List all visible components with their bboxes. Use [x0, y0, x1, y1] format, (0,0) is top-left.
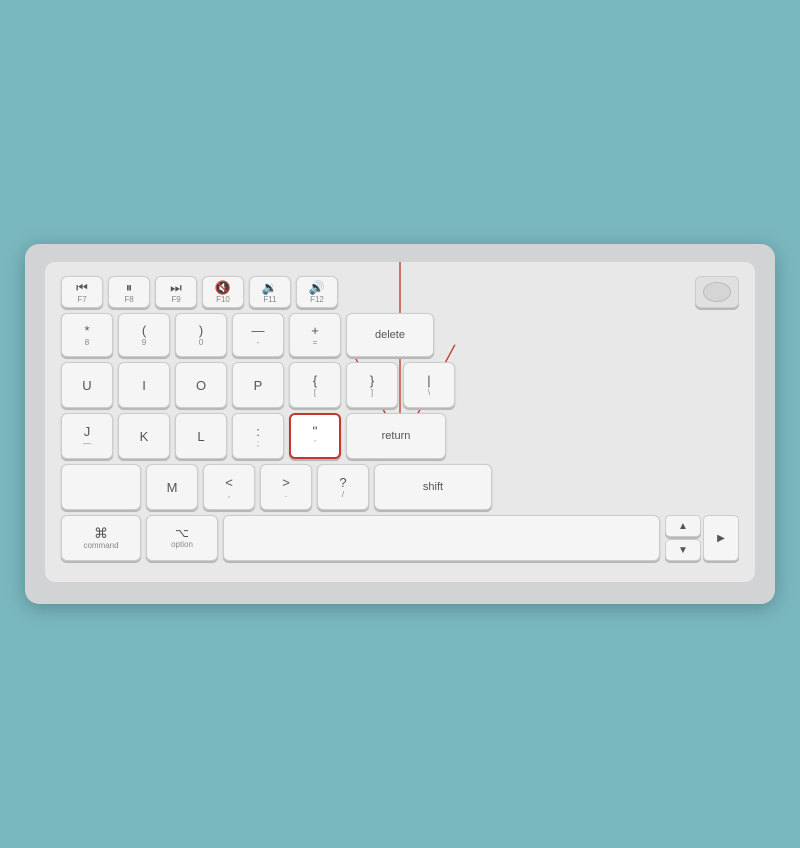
key-period[interactable]: > .: [260, 464, 312, 510]
key-shift-right[interactable]: shift: [374, 464, 492, 510]
number-row: * 8 ( 9 ) 0 — - + = delete: [61, 313, 739, 357]
key-f9[interactable]: ⏭ F9: [155, 276, 197, 308]
key-arrow-up[interactable]: ▲: [665, 515, 701, 537]
key-arrow-down[interactable]: ▼: [665, 539, 701, 561]
touch-id[interactable]: [695, 276, 739, 308]
key-i[interactable]: I: [118, 362, 170, 408]
key-backslash[interactable]: | \: [403, 362, 455, 408]
key-o[interactable]: O: [175, 362, 227, 408]
key-delete[interactable]: delete: [346, 313, 434, 357]
touch-id-sensor: [703, 282, 731, 302]
key-f7[interactable]: ⏮ F7: [61, 276, 103, 308]
key-slash[interactable]: ? /: [317, 464, 369, 510]
key-close-bracket[interactable]: } ]: [346, 362, 398, 408]
bottom-letter-row: M < , > . ? / shift: [61, 464, 739, 510]
key-9[interactable]: ( 9: [118, 313, 170, 357]
key-quote[interactable]: " ': [289, 413, 341, 459]
modifier-row: ⌘ command ⌥ option ▲ ▼ ▶: [61, 515, 739, 561]
keyboard-container: ⏮ F7 ⏸ F8 ⏭ F9 🔇 F10 🔉 F11 🔊 F12: [25, 244, 775, 604]
key-command[interactable]: ⌘ command: [61, 515, 141, 561]
key-minus[interactable]: — -: [232, 313, 284, 357]
key-comma[interactable]: < ,: [203, 464, 255, 510]
jkl-row: J — K L : ; " ' return: [61, 413, 739, 459]
key-p[interactable]: P: [232, 362, 284, 408]
arrow-cluster: ▲ ▼ ▶: [665, 515, 739, 561]
key-j[interactable]: J —: [61, 413, 113, 459]
key-semicolon[interactable]: : ;: [232, 413, 284, 459]
key-u[interactable]: U: [61, 362, 113, 408]
key-m[interactable]: M: [146, 464, 198, 510]
key-equals[interactable]: + =: [289, 313, 341, 357]
key-option[interactable]: ⌥ option: [146, 515, 218, 561]
key-8[interactable]: * 8: [61, 313, 113, 357]
key-open-bracket[interactable]: { [: [289, 362, 341, 408]
uiop-row: U I O P { [ } ] | \: [61, 362, 739, 408]
key-l[interactable]: L: [175, 413, 227, 459]
key-0[interactable]: ) 0: [175, 313, 227, 357]
key-f12[interactable]: 🔊 F12: [296, 276, 338, 308]
key-f8[interactable]: ⏸ F8: [108, 276, 150, 308]
key-shift-left[interactable]: [61, 464, 141, 510]
key-f11[interactable]: 🔉 F11: [249, 276, 291, 308]
key-k[interactable]: K: [118, 413, 170, 459]
key-space[interactable]: [223, 515, 660, 561]
key-return[interactable]: return: [346, 413, 446, 459]
keyboard-body: ⏮ F7 ⏸ F8 ⏭ F9 🔇 F10 🔉 F11 🔊 F12: [45, 262, 755, 582]
key-arrow-right[interactable]: ▶: [703, 515, 739, 561]
key-f10[interactable]: 🔇 F10: [202, 276, 244, 308]
fn-row: ⏮ F7 ⏸ F8 ⏭ F9 🔇 F10 🔉 F11 🔊 F12: [61, 276, 739, 308]
